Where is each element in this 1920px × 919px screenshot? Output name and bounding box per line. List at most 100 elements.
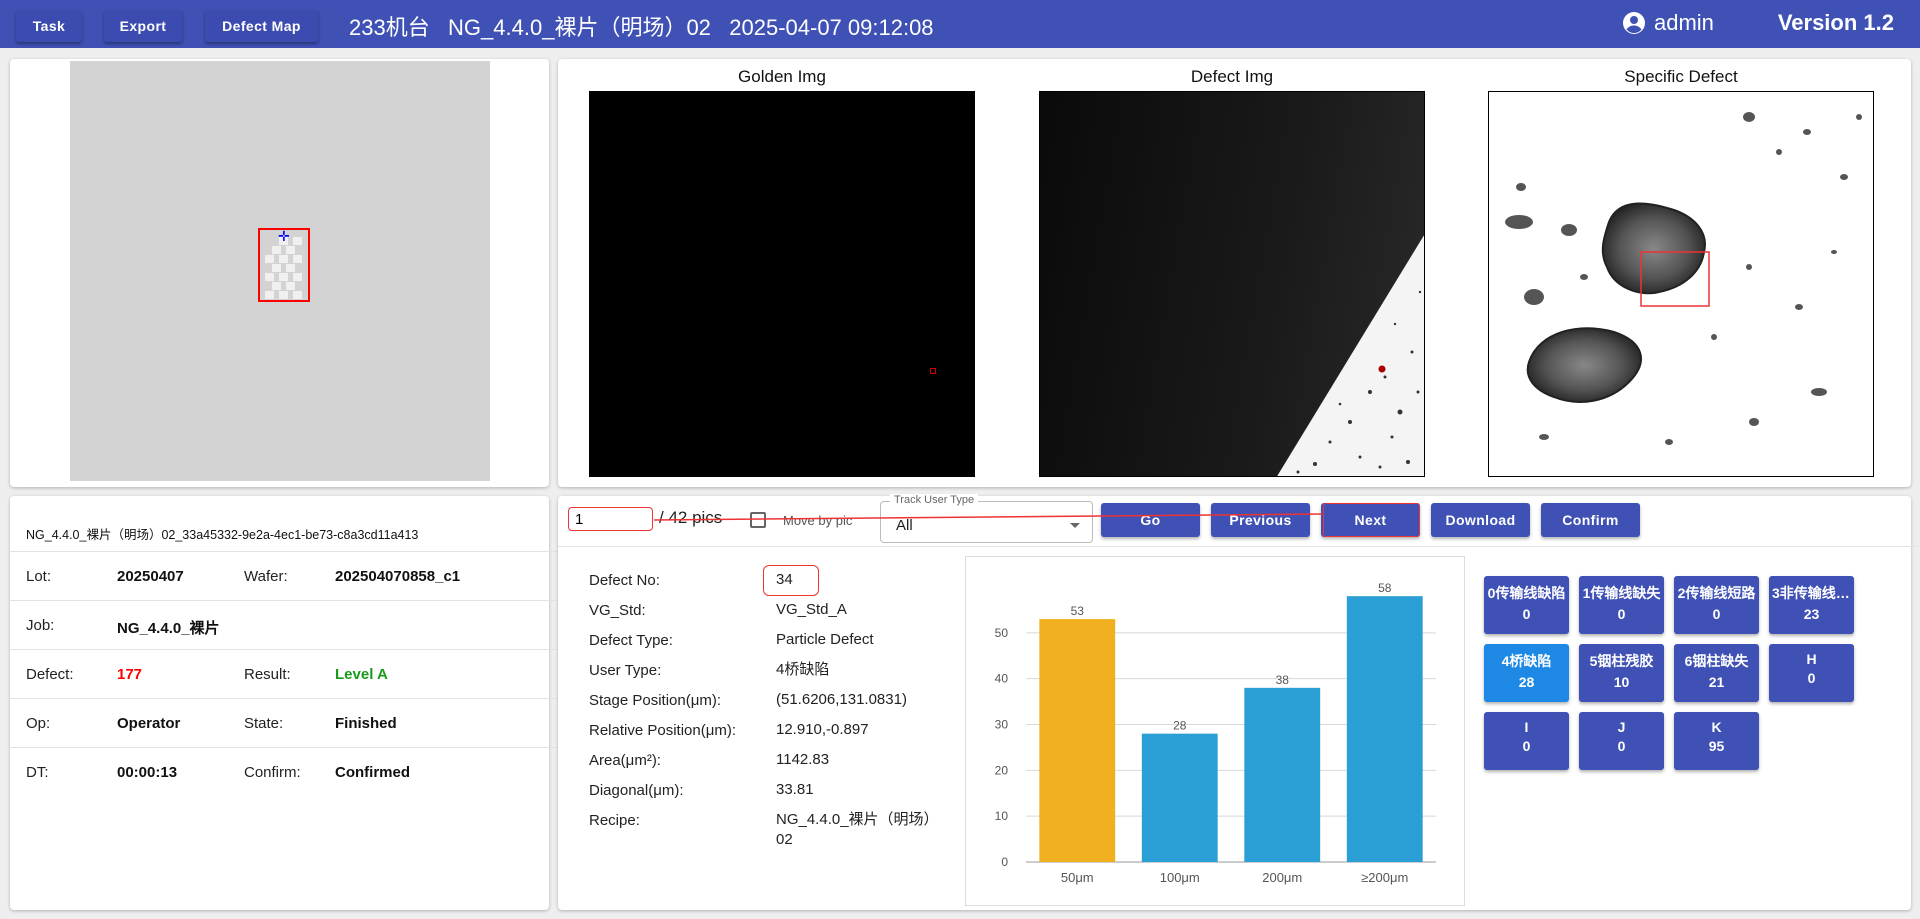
page-title: 233机台 NG_4.4.0_裸片（明场）02 2025-04-07 09:12… <box>349 15 934 40</box>
go-button[interactable]: Go <box>1101 503 1200 537</box>
info-row-op: Op: Operator State: Finished <box>10 698 559 747</box>
result-value: Level A <box>335 666 388 683</box>
y-tick-label: 0 <box>1001 855 1008 869</box>
user-type-button[interactable]: 0传输线缺陷 0 <box>1484 576 1569 634</box>
confirm-value: Confirmed <box>335 764 410 781</box>
op-value: Operator <box>117 715 181 732</box>
user-type-name: 5铟柱残胶 <box>1589 653 1654 669</box>
detail-label: Defect No: <box>589 572 660 589</box>
user-type-button[interactable]: 5铟柱残胶 10 <box>1579 644 1664 702</box>
defect-img-caption: Defect Img <box>1190 67 1274 86</box>
defect-image[interactable] <box>1039 91 1425 477</box>
detail-label: Defect Type: <box>589 632 673 649</box>
defect-map-button[interactable]: Defect Map <box>205 10 318 42</box>
track-user-type-select[interactable]: Track User Type All <box>880 494 1093 543</box>
specific-defect-caption: Specific Defect <box>1624 67 1738 86</box>
y-tick-label: 10 <box>995 809 1009 823</box>
user-type-button[interactable]: I0 <box>1484 712 1569 770</box>
wafer-map-panel: ✛ <box>10 59 549 487</box>
x-tick-label: 50μm <box>1061 870 1094 885</box>
info-row-job: Job: NG_4.4.0_裸片 <box>10 600 559 649</box>
export-button[interactable]: Export <box>104 10 182 42</box>
user-type-count: 10 <box>1613 674 1630 690</box>
y-tick-label: 40 <box>995 672 1009 686</box>
lot-value: 20250407 <box>117 568 184 585</box>
user-type-button[interactable]: 3非传输线缺陷 23 <box>1769 576 1854 634</box>
account-icon <box>1623 12 1645 34</box>
detail-value: 34 <box>776 571 793 588</box>
detail-value: 1142.83 <box>776 751 830 768</box>
wafer-map[interactable]: ✛ <box>70 61 490 481</box>
user-type-name: 4桥缺陷 <box>1501 653 1552 669</box>
job-label: Job: <box>26 617 55 634</box>
move-by-pic-checkbox[interactable] <box>750 512 766 528</box>
user-type-count: 28 <box>1518 674 1535 690</box>
info-row-defect: Defect: 177 Result: Level A <box>10 649 559 698</box>
user-type-name: I <box>1524 719 1529 735</box>
detail-label: Recipe: <box>589 812 640 829</box>
user-type-name: 0传输线缺陷 <box>1487 585 1566 601</box>
bar-chart: 0 10 20 30 40 50 53 50μm 28 100μm 38 200μm 58 ≥200μm <box>995 581 1436 885</box>
download-button[interactable]: Download <box>1431 503 1530 537</box>
detail-value: Particle Defect <box>776 631 874 648</box>
crosshair-icon: ✛ <box>278 228 290 244</box>
y-tick-label: 50 <box>995 626 1009 640</box>
user-type-button[interactable]: J0 <box>1579 712 1664 770</box>
user-type-button[interactable]: K 95 <box>1674 712 1759 770</box>
user-type-button[interactable]: H0 <box>1769 644 1854 702</box>
x-tick-label: 200μm <box>1262 870 1302 885</box>
job-value: NG_4.4.0_裸片 <box>117 620 220 637</box>
version-label: Version 1.2 <box>1777 10 1894 35</box>
move-by-pic-label: Move by pic <box>783 513 853 528</box>
user-type-count: 21 <box>1708 674 1725 690</box>
user-type-name: 2传输线短路 <box>1677 585 1756 601</box>
detail-label: Stage Position(μm): <box>589 692 722 709</box>
previous-button[interactable]: Previous <box>1211 503 1310 537</box>
page-number-input[interactable] <box>568 507 653 531</box>
detail-label: Area(μm²): <box>589 752 661 769</box>
track-user-type-value: All <box>896 517 913 534</box>
user-menu[interactable]: admin <box>1622 10 1714 36</box>
detail-value: (51.6206,131.0831) <box>776 691 907 708</box>
user-type-count: 0 <box>1807 670 1816 686</box>
user-type-name: 6铟柱缺失 <box>1684 653 1749 669</box>
wafer-label: Wafer: <box>244 568 288 585</box>
confirm-button[interactable]: Confirm <box>1541 503 1640 537</box>
user-type-button[interactable]: 4桥缺陷 28 <box>1484 644 1569 702</box>
x-tick-label: 100μm <box>1160 870 1200 885</box>
chart-bar[interactable] <box>1039 619 1116 862</box>
user-type-name: H <box>1806 651 1817 667</box>
page-total: / 42 pics <box>659 508 723 527</box>
detail-label: User Type: <box>589 662 662 679</box>
task-button[interactable]: Task <box>16 10 82 42</box>
info-row-dt: DT: 00:00:13 Confirm: Confirmed <box>10 747 559 796</box>
user-type-name: 3非传输线缺陷 <box>1772 585 1854 601</box>
detail-value: NG_4.4.0_裸片（明场）02 <box>776 811 932 848</box>
confirm-label: Confirm: <box>244 764 301 781</box>
detail-value: 33.81 <box>776 781 814 798</box>
result-label: Result: <box>244 666 291 683</box>
lot-label: Lot: <box>26 568 52 585</box>
defect-size-chart: 0 10 20 30 40 50 53 50μm 28 100μm 38 200μm 58 ≥200μm <box>965 556 1465 906</box>
chart-bar[interactable] <box>1346 596 1423 862</box>
user-name: admin <box>1654 10 1714 35</box>
specific-defect-image[interactable] <box>1488 91 1874 477</box>
user-type-name: 1传输线缺失 <box>1582 585 1661 601</box>
op-label: Op: <box>26 715 51 732</box>
user-type-button[interactable]: 6铟柱缺失 21 <box>1674 644 1759 702</box>
detail-value: 12.910,-0.897 <box>776 721 869 738</box>
defect-record-id: NG_4.4.0_裸片（明场）02_33a45332-9e2a-4ec1-be7… <box>26 528 419 542</box>
user-type-button[interactable]: 1传输线缺失 0 <box>1579 576 1664 634</box>
golden-image[interactable] <box>589 91 975 477</box>
chart-bar[interactable] <box>1244 687 1321 862</box>
next-button-highlight <box>1323 503 1420 537</box>
dt-label: DT: <box>26 764 49 781</box>
defect-count-value: 177 <box>117 666 143 683</box>
user-type-count: 0 <box>1617 738 1626 754</box>
controls-divider <box>558 546 1918 547</box>
bar-value-label: 38 <box>1276 673 1290 687</box>
detail-value: 4桥缺陷 <box>776 661 830 678</box>
track-user-type-label: Track User Type <box>890 494 979 506</box>
user-type-button[interactable]: 2传输线短路 0 <box>1674 576 1759 634</box>
chart-bar[interactable] <box>1141 733 1218 862</box>
